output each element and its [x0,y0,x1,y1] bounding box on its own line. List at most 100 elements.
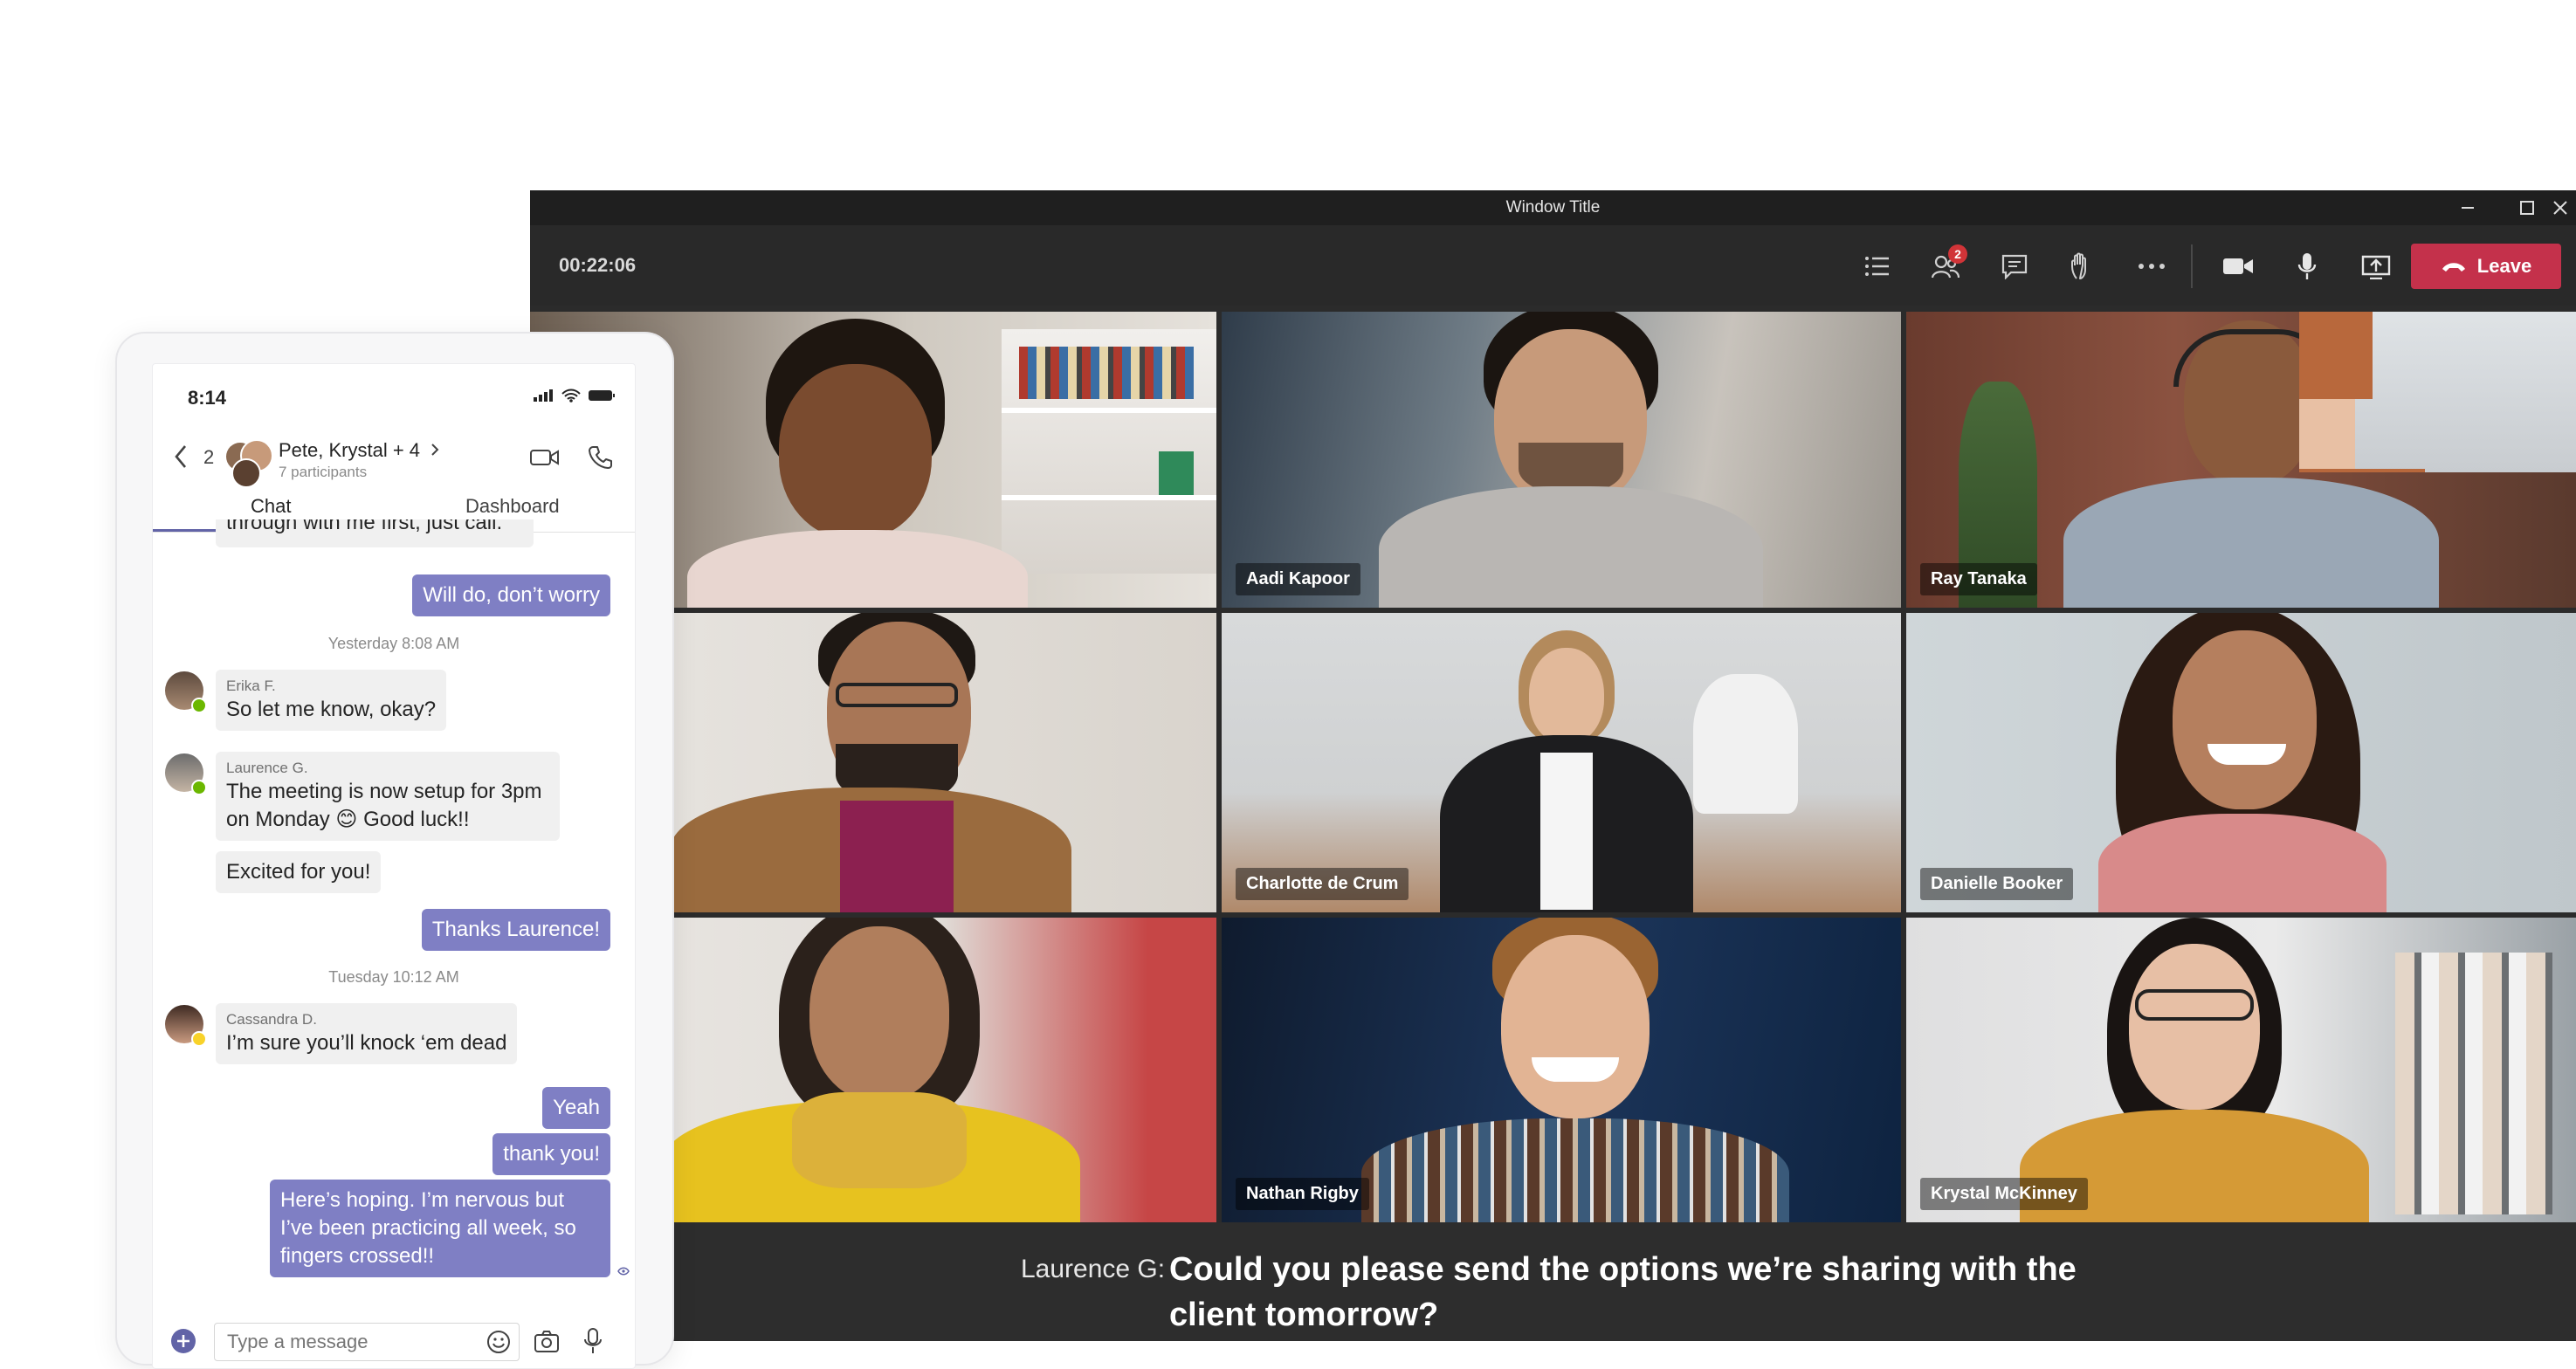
raise-hand-button[interactable] [2064,248,2101,285]
meeting-window: Window Title 00:22:06 2 Leave Aadi Kapoo… [530,190,2576,1341]
sender-name: Cassandra D. [226,1011,317,1028]
caption-text: Could you please send the options we’re … [1169,1251,2077,1333]
sender-name: Laurence G. [226,760,308,776]
chat-icon [2001,254,2028,279]
list-icon [1865,257,1889,276]
video-tile[interactable]: Nathan Rigby [1222,918,1901,1222]
more-button[interactable] [2133,248,2170,285]
clothing-rack [2395,953,2552,1214]
minimize-icon [2462,207,2474,209]
close-icon [2552,201,2567,215]
seen-eye-icon [617,1267,630,1276]
participants-count-badge: 2 [1948,244,1967,264]
status-time: 8:14 [188,387,227,409]
video-tile[interactable]: Aadi Kapoor [1222,312,1901,608]
toolbar-divider [2191,244,2193,288]
emoji-icon[interactable] [486,1330,511,1354]
wifi-icon [561,389,581,402]
participant-name: Danielle Booker [1920,868,2074,900]
live-captions: Laurence G: Could you please send the op… [530,1222,2576,1341]
battery-icon [589,390,615,401]
participant-name: Charlotte de Crum [1236,868,1409,900]
message-text: I’m sure you’ll knock ‘em dead [226,1031,507,1055]
caption-speaker: Laurence G: [1021,1255,1166,1283]
message-bubble-sent[interactable]: Here’s hoping. I’m nervous but I’ve been… [270,1180,610,1277]
window-title: Window Title [1505,198,1601,217]
mic-button[interactable] [2289,248,2325,285]
presence-available-icon [191,698,207,713]
mic-icon[interactable] [584,1328,602,1354]
back-count[interactable]: 2 [203,446,214,469]
participant-name: Nathan Rigby [1236,1178,1369,1210]
mobile-chat-screen: 8:14 2 Pete, Krystal + 4 7 participants … [152,363,636,1369]
signal-icon [534,389,553,402]
message-bubble-sent[interactable]: Will do, don’t worry [412,574,610,616]
share-icon [2361,255,2391,279]
minimize-button[interactable] [2437,190,2498,225]
chat-header: 2 Pete, Krystal + 4 7 participants [153,425,635,488]
camera-icon [2223,258,2253,274]
call-timer: 00:22:06 [559,254,637,276]
video-tile[interactable]: Krystal McKinney [1906,918,2576,1222]
camera-icon[interactable] [534,1330,560,1354]
self-view-pip [2299,312,2576,472]
message-text: through with me first, just call. [226,519,503,534]
raise-hand-icon [2071,252,2086,279]
more-icon [2139,264,2165,269]
message-bubble[interactable]: through with me first, just call. [216,519,534,547]
participant-count: 7 participants [279,464,368,480]
bookshelf [1002,329,1216,574]
phone-call-icon[interactable] [588,444,612,469]
add-icon[interactable] [170,1328,196,1354]
message-timestamp: Tuesday 10:12 AM [328,968,459,986]
message-text: thank you! [503,1142,600,1166]
participant-name: Aadi Kapoor [1236,563,1360,595]
group-name[interactable]: Pete, Krystal + 4 [279,439,439,462]
video-grid: Aadi Kapoor Ray Tanaka as [530,312,2576,1222]
participant-name: Ray Tanaka [1920,563,2037,595]
message-text: Will do, don’t worry [423,583,600,607]
close-button[interactable] [2544,190,2576,225]
message-text: So let me know, okay? [226,698,437,721]
message-text: The meeting is now setup for 3pm on Mond… [226,780,542,831]
camera-button[interactable] [2220,248,2256,285]
participant-name: Krystal McKinney [1920,1178,2088,1210]
back-chevron-icon[interactable] [174,444,188,469]
message-bubble[interactable]: Laurence G. The meeting is now setup for… [216,752,560,841]
leave-button[interactable]: Leave [2411,244,2561,289]
presence-away-icon [191,1031,207,1047]
message-bubble-sent[interactable]: thank you! [492,1133,610,1175]
video-call-icon[interactable] [530,448,560,467]
message-input[interactable] [214,1323,520,1361]
message-bubble-sent[interactable]: Thanks Laurence! [421,909,610,951]
message-bubble[interactable]: Erika F. So let me know, okay? [216,670,447,731]
title-bar: Window Title [530,190,2576,225]
message-composer [153,1316,635,1368]
chair [1693,674,1798,814]
message-bubble[interactable]: Cassandra D. I’m sure you’ll knock ‘em d… [216,1003,518,1064]
chat-button[interactable] [1996,248,2033,285]
message-bubble[interactable]: Excited for you! [216,851,382,893]
leave-label: Leave [2476,255,2532,277]
status-icons [534,389,616,402]
group-avatar [226,439,273,488]
group-name-label: Pete, Krystal + 4 [279,439,421,461]
message-text: Thanks Laurence! [431,918,600,941]
message-text: Excited for you! [226,860,371,884]
message-text: Here’s hoping. I’m nervous but I’ve been… [280,1188,576,1268]
list-button[interactable] [1859,248,1896,285]
presence-available-icon [191,780,207,795]
sender-name: Erika F. [226,678,276,694]
chevron-right-icon [431,444,439,456]
participants-button[interactable]: 2 [1927,244,1967,285]
mobile-device: 8:14 2 Pete, Krystal + 4 7 participants … [115,332,674,1369]
tab-dashboard[interactable]: Dashboard [465,495,560,518]
meeting-toolbar: 00:22:06 2 Leave [530,225,2576,306]
video-tile[interactable]: Danielle Booker [1906,613,2576,912]
message-bubble-sent[interactable]: Yeah [542,1087,610,1129]
video-tile[interactable]: Charlotte de Crum [1222,613,1901,912]
maximize-icon [2520,201,2534,215]
tab-chat[interactable]: Chat [251,495,291,518]
share-button[interactable] [2358,248,2394,285]
mic-icon [2297,253,2317,279]
